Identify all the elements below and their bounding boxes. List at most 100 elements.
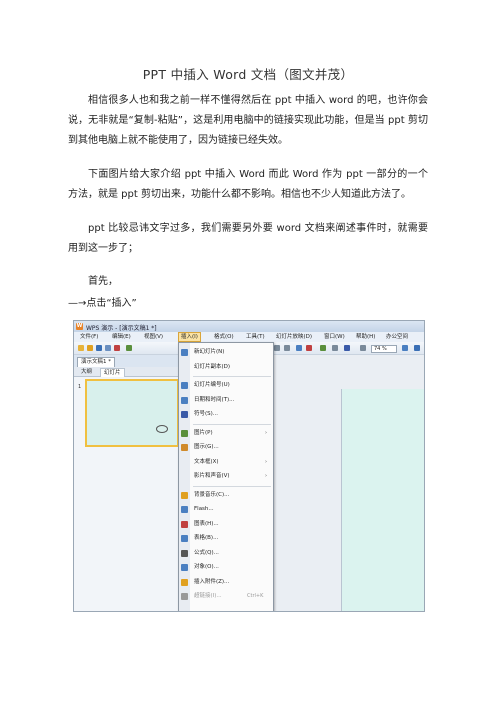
paragraph-first: 首先， bbox=[88, 276, 118, 287]
menu-format[interactable]: 格式(O) bbox=[212, 333, 236, 341]
tab-slides[interactable]: 幻灯片 bbox=[100, 368, 125, 377]
menu-item[interactable]: 新幻灯片(N) bbox=[179, 346, 273, 358]
undo-icon[interactable] bbox=[274, 345, 280, 351]
zoom-select[interactable]: 74 % bbox=[371, 345, 397, 353]
menu-item-label: Flash... bbox=[194, 506, 214, 512]
menu-item-icon bbox=[181, 411, 188, 418]
slide-layout-icon[interactable] bbox=[360, 345, 366, 351]
slides-pane: 大纲 幻灯片 1 bbox=[74, 367, 181, 611]
menu-item[interactable]: 超链接(I)... Ctrl+K bbox=[179, 590, 273, 602]
menu-item-icon bbox=[181, 396, 188, 404]
slide-canvas[interactable] bbox=[341, 389, 424, 611]
picture-icon[interactable] bbox=[320, 345, 326, 351]
menu-item-label: 幻灯片副本(D) bbox=[194, 363, 231, 370]
menu-item-shortcut: Ctrl+K bbox=[247, 593, 264, 599]
wps-screenshot: W WPS 演示 - [演示文稿1 *] 文件(F) 编辑(E) 视图(V) 插… bbox=[73, 320, 425, 612]
insert-menu: 新幻灯片(N) 幻灯片副本(D) 幻灯片编号(U) 日期和时间(T)... 符号(S).… bbox=[178, 342, 274, 611]
menu-item-icon bbox=[181, 535, 188, 542]
menu-view[interactable]: 视图(V) bbox=[142, 333, 165, 341]
pane-tabs: 大纲 幻灯片 bbox=[74, 367, 180, 377]
slide-number: 1 bbox=[78, 384, 82, 390]
menu-item-label: 超链接(I)... bbox=[194, 593, 222, 599]
menu-item[interactable]: 背景音乐(C)... bbox=[179, 489, 273, 501]
table-icon[interactable] bbox=[296, 345, 302, 351]
export-icon[interactable] bbox=[114, 345, 120, 351]
menu-item[interactable]: Flash... bbox=[179, 503, 273, 515]
chart-icon[interactable] bbox=[306, 345, 312, 351]
menu-item-icon bbox=[181, 491, 188, 499]
menu-item-label: 插入附件(Z)... bbox=[194, 578, 230, 585]
menu-item-label: 对象(O)... bbox=[194, 564, 219, 570]
menu-item-icon bbox=[181, 549, 188, 557]
menu-item[interactable]: 插入附件(Z)... bbox=[179, 576, 273, 588]
menu-item[interactable]: 图示(G)... bbox=[179, 441, 273, 453]
menu-separator bbox=[193, 485, 271, 487]
menu-help[interactable]: 帮助(H) bbox=[354, 333, 377, 341]
menu-item[interactable]: 影片和声音(V) › bbox=[179, 470, 273, 482]
menu-item-icon bbox=[181, 506, 188, 513]
submenu-arrow-icon: › bbox=[265, 458, 267, 465]
print-icon[interactable] bbox=[105, 345, 111, 351]
save-icon[interactable] bbox=[96, 345, 102, 351]
window-title: WPS 演示 - [演示文稿1 *] bbox=[86, 325, 157, 332]
slide-thumbnail[interactable] bbox=[85, 379, 179, 447]
menu-office-space[interactable]: 办公空间 bbox=[384, 333, 410, 341]
menu-item-label: 幻灯片编号(U) bbox=[194, 382, 230, 388]
submenu-arrow-icon: › bbox=[265, 473, 267, 479]
menu-item[interactable]: 符号(S)... bbox=[179, 408, 273, 420]
window-titlebar: W WPS 演示 - [演示文稿1 *] bbox=[74, 321, 424, 332]
menu-item-label: 公式(Q)... bbox=[194, 549, 219, 556]
menu-item-label: 图片(P) bbox=[194, 429, 213, 436]
menu-item[interactable]: 幻灯片副本(D) bbox=[179, 361, 273, 373]
menu-item-label: 图示(G)... bbox=[194, 444, 219, 450]
close-pane-icon[interactable] bbox=[414, 345, 420, 351]
redo-icon[interactable] bbox=[284, 345, 290, 351]
menu-item-label: 影片和声音(V) bbox=[194, 473, 230, 479]
tab-document[interactable]: 演示文稿1 * bbox=[77, 357, 115, 367]
menu-item[interactable]: 日期和时间(T)... bbox=[179, 394, 273, 406]
menu-item-label: 符号(S)... bbox=[194, 411, 219, 417]
menu-window[interactable]: 窗口(W) bbox=[322, 333, 347, 341]
menu-item-label: 文本框(X) bbox=[194, 458, 219, 465]
new-icon[interactable] bbox=[78, 345, 84, 351]
help-icon[interactable] bbox=[402, 345, 408, 351]
menu-item[interactable]: 图片(P) › bbox=[179, 427, 273, 439]
textbox-icon[interactable] bbox=[332, 345, 338, 351]
menu-insert[interactable]: 插入(I) bbox=[178, 332, 201, 342]
submenu-arrow-icon: › bbox=[265, 429, 267, 436]
preview-icon[interactable] bbox=[126, 345, 132, 351]
menu-item[interactable]: 幻灯片编号(U) bbox=[179, 379, 273, 391]
grid-icon[interactable] bbox=[344, 345, 350, 351]
animation-icon bbox=[156, 425, 168, 433]
menu-item-label: 日期和时间(T)... bbox=[194, 396, 235, 403]
paragraph-method: 下面图片给大家介绍 ppt 中插入 Word 而此 Word 作为 ppt 一部… bbox=[68, 169, 428, 200]
menu-item[interactable]: 公式(Q)... bbox=[179, 547, 273, 559]
step-click-insert: —→点击“插入” bbox=[68, 298, 137, 309]
menu-slideshow[interactable]: 幻灯片放映(D) bbox=[274, 333, 314, 341]
menu-item-icon bbox=[181, 564, 188, 571]
menu-item-icon bbox=[181, 593, 188, 600]
menu-file[interactable]: 文件(F) bbox=[78, 333, 100, 341]
menu-item-icon bbox=[181, 578, 188, 586]
menu-item-label: 新幻灯片(N) bbox=[194, 349, 225, 355]
menu-item-label: 表格(B)... bbox=[194, 535, 219, 541]
menu-item[interactable]: 对象(O)... bbox=[179, 561, 273, 573]
menu-separator bbox=[193, 376, 271, 377]
menu-item-icon bbox=[181, 429, 188, 437]
menu-tools[interactable]: 工具(T) bbox=[244, 333, 267, 341]
menu-item[interactable]: 表格(B)... bbox=[179, 532, 273, 544]
document-title: PPT 中插入 Word 文档（图文并茂） bbox=[142, 67, 354, 82]
menu-item-icon bbox=[181, 382, 188, 389]
open-icon[interactable] bbox=[87, 345, 93, 351]
tab-outline[interactable]: 大纲 bbox=[78, 368, 95, 376]
paragraph-reason: ppt 比较忌讳文字过多，我们需要另外要 word 文档来阐述事件时，就需要用到… bbox=[68, 223, 428, 254]
document-tabs: 演示文稿1 * bbox=[74, 355, 182, 367]
menu-item-icon bbox=[181, 349, 188, 356]
menu-item[interactable]: 图表(H)... bbox=[179, 518, 273, 530]
menu-item-label: 图表(H)... bbox=[194, 520, 219, 527]
menu-edit[interactable]: 编辑(E) bbox=[110, 333, 133, 341]
menu-item-label: 背景音乐(C)... bbox=[194, 491, 230, 498]
wps-logo-icon: W bbox=[76, 323, 83, 330]
menu-item[interactable]: 文本框(X) › bbox=[179, 456, 273, 468]
menu-separator bbox=[193, 423, 271, 425]
